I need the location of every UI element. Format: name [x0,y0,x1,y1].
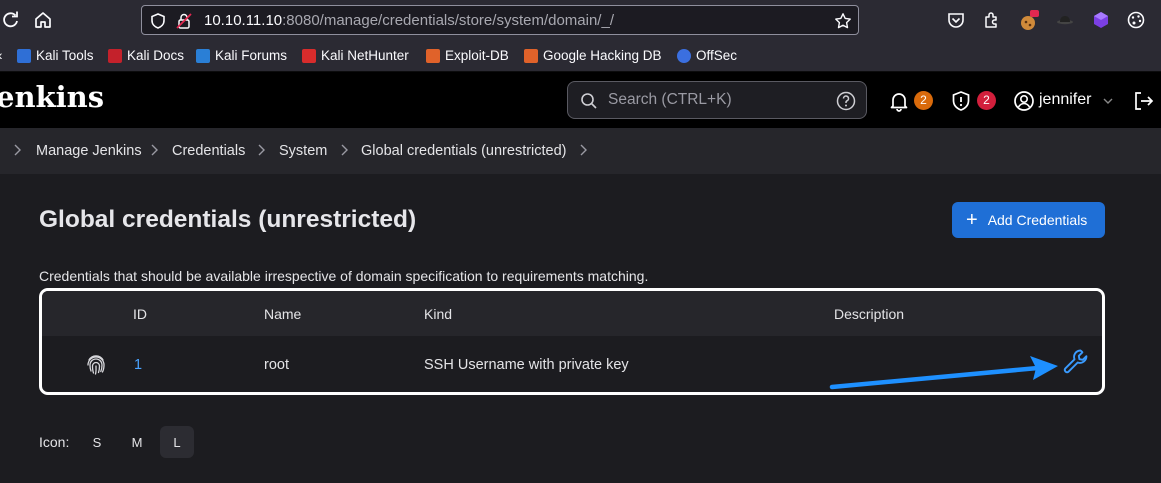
column-header-name[interactable]: Name [264,306,301,322]
search-input[interactable] [608,90,828,110]
bookmark-kali-forums[interactable]: Kali Forums [196,48,287,63]
chevron-right-icon[interactable] [256,143,266,157]
url-bar[interactable]: 10.10.11.10:8080/manage/credentials/stor… [141,5,859,35]
icon-size-label: Icon: [39,434,70,450]
column-header-description[interactable]: Description [834,306,904,322]
page-description: Credentials that should be available irr… [39,268,649,284]
kali-tools-favicon [17,48,31,63]
palette-icon[interactable] [1126,10,1146,30]
bookmark-star-icon[interactable] [834,12,852,30]
column-header-kind[interactable]: Kind [424,306,452,322]
icon-size-medium[interactable]: M [120,426,154,458]
url-path: :8080/manage/credentials/store/system/do… [282,12,614,29]
spy-hat-icon[interactable] [1055,10,1075,30]
bookmark-label: OffSec [696,48,738,63]
user-avatar-icon[interactable] [1013,90,1035,112]
chevron-right-icon[interactable] [149,143,159,157]
icon-size-large[interactable]: L [160,426,194,458]
bookmarks-overflow-icon[interactable]: ‹ [0,48,3,63]
reload-icon[interactable] [0,9,22,31]
bookmark-label: Kali Tools [36,48,94,63]
kali-docs-favicon [108,48,122,63]
cube-extension-icon[interactable] [1091,10,1111,30]
logout-icon[interactable] [1132,90,1154,112]
ghdb-favicon [524,48,538,63]
add-credentials-button[interactable]: + Add Credentials [952,202,1105,238]
security-shield-icon[interactable] [950,90,972,112]
column-header-id[interactable]: ID [133,306,147,322]
page-title: Global credentials (unrestricted) [39,206,417,233]
jenkins-header: enkins 2 2 jennifer [0,72,1161,128]
credential-name: root [264,357,289,373]
search-box[interactable] [567,81,867,119]
jenkins-logo-text[interactable]: enkins [0,80,104,114]
bookmark-kali-nethunter[interactable]: Kali NetHunter [302,48,409,63]
chevron-right-icon[interactable] [339,143,349,157]
cookie-extension-icon[interactable] [1018,10,1039,30]
url-host: 10.10.11.10 [204,12,283,29]
shield-icon[interactable] [149,12,167,30]
bookmark-google-hacking-db[interactable]: Google Hacking DB [524,48,662,63]
bookmark-label: Kali Docs [127,48,185,63]
bookmark-offsec[interactable]: OffSec [677,48,737,63]
table-header: ID Name Kind Description [42,291,1102,336]
fingerprint-icon [87,355,105,375]
credential-kind: SSH Username with private key [424,357,629,373]
plus-icon: + [966,209,978,231]
notifications-badge[interactable]: 2 [914,91,933,110]
bookmarks-toolbar: ‹ Kali Tools Kali Docs Kali Forums Kali … [0,40,1161,72]
extensions-icon[interactable] [982,10,1002,30]
credential-id-link[interactable]: 1 [134,357,142,373]
bookmark-label: Exploit-DB [445,48,509,63]
bookmark-label: Google Hacking DB [543,48,662,63]
add-credentials-label: Add Credentials [987,212,1088,228]
annotation-arrow [829,356,1058,390]
bookmark-label: Kali NetHunter [321,48,409,63]
breadcrumb-manage-jenkins[interactable]: Manage Jenkins [36,143,142,159]
bookmark-kali-docs[interactable]: Kali Docs [108,48,184,63]
chevron-right-icon[interactable] [578,143,588,157]
bookmark-kali-tools[interactable]: Kali Tools [17,48,94,63]
home-icon[interactable] [32,9,54,31]
bookmark-label: Kali Forums [215,48,288,63]
breadcrumb: Manage Jenkins Credentials System Global… [0,128,1161,174]
breadcrumb-global-credentials[interactable]: Global credentials (unrestricted) [361,143,567,159]
offsec-favicon [677,48,691,63]
help-icon[interactable] [836,91,856,111]
url-text: 10.10.11.10:8080/manage/credentials/stor… [204,12,614,29]
username-link[interactable]: jennifer [1039,91,1091,109]
breadcrumb-credentials[interactable]: Credentials [172,143,245,159]
browser-toolbar: 10.10.11.10:8080/manage/credentials/stor… [0,0,1161,40]
chevron-right-icon [14,144,21,156]
icon-size-small[interactable]: S [80,426,114,458]
exploit-db-favicon [426,48,440,63]
chevron-down-icon[interactable] [1103,97,1113,105]
bookmark-exploit-db[interactable]: Exploit-DB [426,48,509,63]
kali-forums-favicon [196,48,210,63]
search-icon [581,93,597,109]
breadcrumb-system[interactable]: System [279,143,327,159]
insecure-lock-icon[interactable] [175,12,193,30]
pocket-icon[interactable] [946,10,966,30]
kali-nethunter-favicon [302,48,316,63]
security-badge[interactable]: 2 [977,91,996,110]
notifications-bell-icon[interactable] [888,90,910,112]
